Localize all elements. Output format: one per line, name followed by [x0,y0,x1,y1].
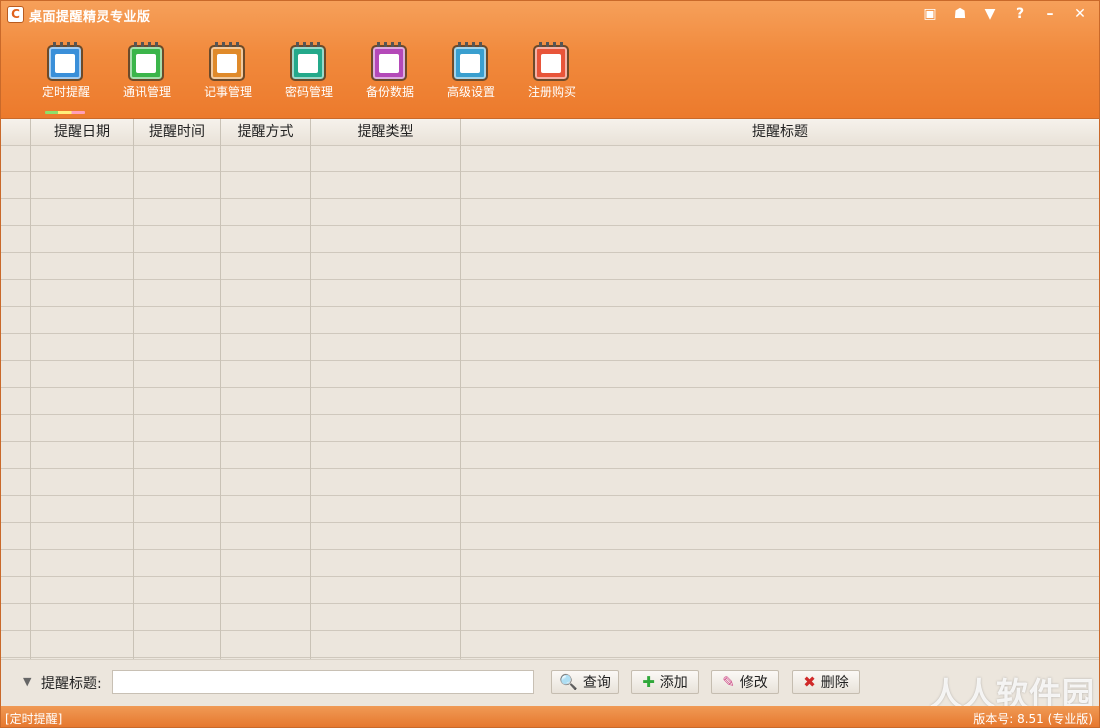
column-header-type[interactable]: 提醒类型 [311,119,460,145]
add-button[interactable]: ✚ 添加 [631,670,699,694]
collapse-triangle-icon[interactable]: ▼ [23,675,31,688]
notes-pencil-icon [209,42,245,81]
clock-calendar-icon [47,42,83,81]
search-label: 提醒标题: [41,676,102,692]
edit-pencil-icon: ✎ [722,673,735,691]
register-cart-icon [533,42,569,81]
delete-button[interactable]: ✖ 删除 [792,670,860,694]
settings-gear-icon [452,42,488,81]
minimize-icon[interactable]: – [1035,3,1065,25]
query-button-label: 查询 [582,675,611,691]
table-header: 提醒日期 提醒时间 提醒方式 提醒类型 提醒标题 [1,119,1099,146]
column-header-method[interactable]: 提醒方式 [221,119,310,145]
app-logo-icon: C [7,6,24,23]
main-toolbar: 定时提醒 通讯管理 记事管理 密码管理 备份数据 高级设置 注册购买 [37,42,604,114]
backup-disk-icon [371,42,407,81]
toolbar-item-label: 记事管理 [203,85,252,99]
status-current-module: [定时提醒] [5,712,63,726]
skin-icon[interactable]: ☗ [945,3,975,25]
delete-icon: ✖ [803,673,816,691]
status-version: 版本号: 8.51 (专业版) [973,712,1093,726]
help-icon[interactable]: ? [1005,3,1035,25]
toolbar-item-notes[interactable]: 记事管理 [199,42,280,111]
password-key-icon [290,42,326,81]
toolbar-item-timed-reminder[interactable]: 定时提醒 [37,42,118,114]
column-divider [133,119,134,659]
window-title: 桌面提醒精灵专业版 [29,10,151,25]
active-indicator [45,111,85,114]
column-header-title[interactable]: 提醒标题 [461,119,1099,145]
search-input[interactable] [112,670,534,694]
toolbar-item-contacts[interactable]: 通讯管理 [118,42,199,111]
column-divider [220,119,221,659]
toolbar-item-label: 备份数据 [365,85,414,99]
edit-button-label: 修改 [739,675,768,691]
toolbar-item-label: 定时提醒 [41,85,90,99]
toolbar-item-label: 高级设置 [446,85,495,99]
toolbar-item-register[interactable]: 注册购买 [523,42,604,111]
app-window: C 桌面提醒精灵专业版 ▣ ☗ ▼ ? – ✕ 定时提醒 通讯管理 记事管理 密… [0,0,1100,728]
window-controls: ▣ ☗ ▼ ? – ✕ [915,3,1095,25]
contacts-icon [128,42,164,81]
query-button[interactable]: 🔍 查询 [551,670,619,694]
toolbar-item-settings[interactable]: 高级设置 [442,42,523,111]
toolbar-item-passwords[interactable]: 密码管理 [280,42,361,111]
column-divider [30,119,31,659]
reminder-table: 提醒日期 提醒时间 提醒方式 提醒类型 提醒标题 [1,119,1099,659]
close-icon[interactable]: ✕ [1065,3,1095,25]
add-icon: ✚ [642,673,655,691]
calendar-icon[interactable]: ▣ [915,3,945,25]
column-divider [460,119,461,659]
header-bar: C 桌面提醒精灵专业版 ▣ ☗ ▼ ? – ✕ 定时提醒 通讯管理 记事管理 密… [1,1,1099,119]
toolbar-item-backup[interactable]: 备份数据 [361,42,442,111]
delete-button-label: 删除 [820,675,849,691]
column-divider [310,119,311,659]
status-bar: [定时提醒] 版本号: 8.51 (专业版) [1,706,1099,727]
column-header-time[interactable]: 提醒时间 [134,119,220,145]
toolbar-item-label: 密码管理 [284,85,333,99]
toolbar-item-label: 注册购买 [527,85,576,99]
column-header-date[interactable]: 提醒日期 [31,119,133,145]
add-button-label: 添加 [659,675,688,691]
menu-dropdown-icon[interactable]: ▼ [975,3,1005,25]
edit-button[interactable]: ✎ 修改 [711,670,779,694]
search-icon: 🔍 [559,673,578,691]
toolbar-item-label: 通讯管理 [122,85,171,99]
